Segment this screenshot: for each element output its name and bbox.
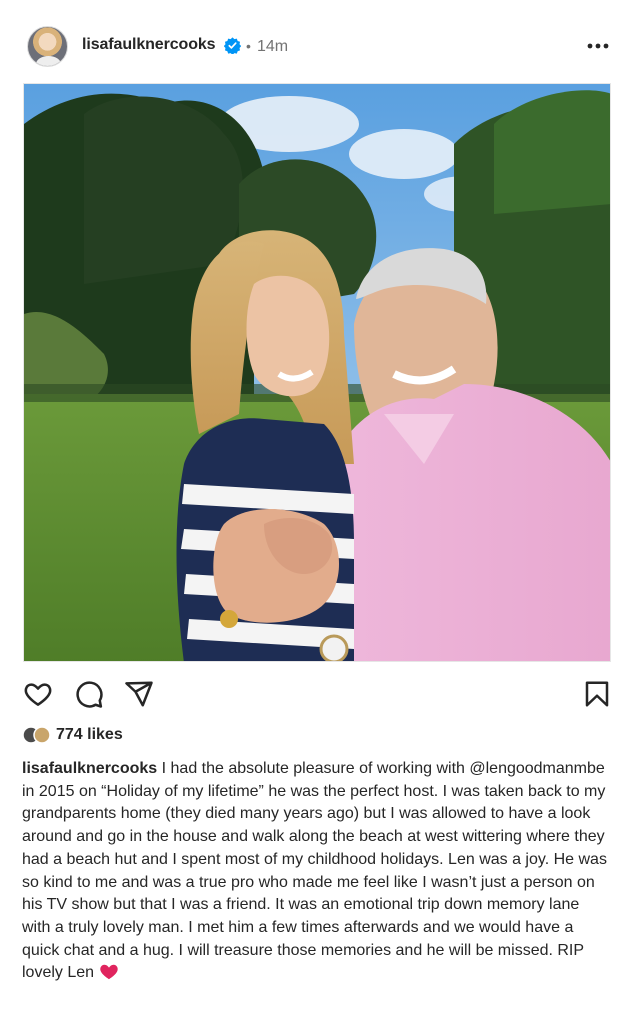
red-heart-emoji-icon: [99, 965, 118, 980]
caption-username[interactable]: lisafaulknercooks: [22, 760, 157, 777]
post-actions: [0, 662, 634, 722]
likes-row[interactable]: 774 likes: [22, 722, 322, 748]
verified-badge-icon: [224, 37, 241, 54]
liked-by-avatars: [22, 726, 51, 744]
post-username[interactable]: lisafaulknercooks: [82, 36, 216, 54]
bookmark-icon[interactable]: [582, 679, 612, 709]
heart-icon[interactable]: [23, 679, 53, 709]
caption-text: I had the absolute pleasure of working w…: [22, 760, 607, 982]
post-header: lisafaulknercooks • 14m: [0, 0, 634, 82]
post-caption: lisafaulknercooks I had the absolute ple…: [22, 758, 612, 985]
profile-avatar[interactable]: [27, 26, 68, 67]
more-options-icon[interactable]: [585, 36, 611, 56]
photo-illustration: [24, 84, 610, 661]
likes-count[interactable]: 774 likes: [56, 726, 123, 744]
post-photo[interactable]: [23, 83, 611, 662]
separator-dot: •: [246, 38, 251, 54]
post-time[interactable]: 14m: [257, 38, 288, 56]
share-icon[interactable]: [124, 679, 154, 709]
comment-icon[interactable]: [74, 679, 104, 709]
